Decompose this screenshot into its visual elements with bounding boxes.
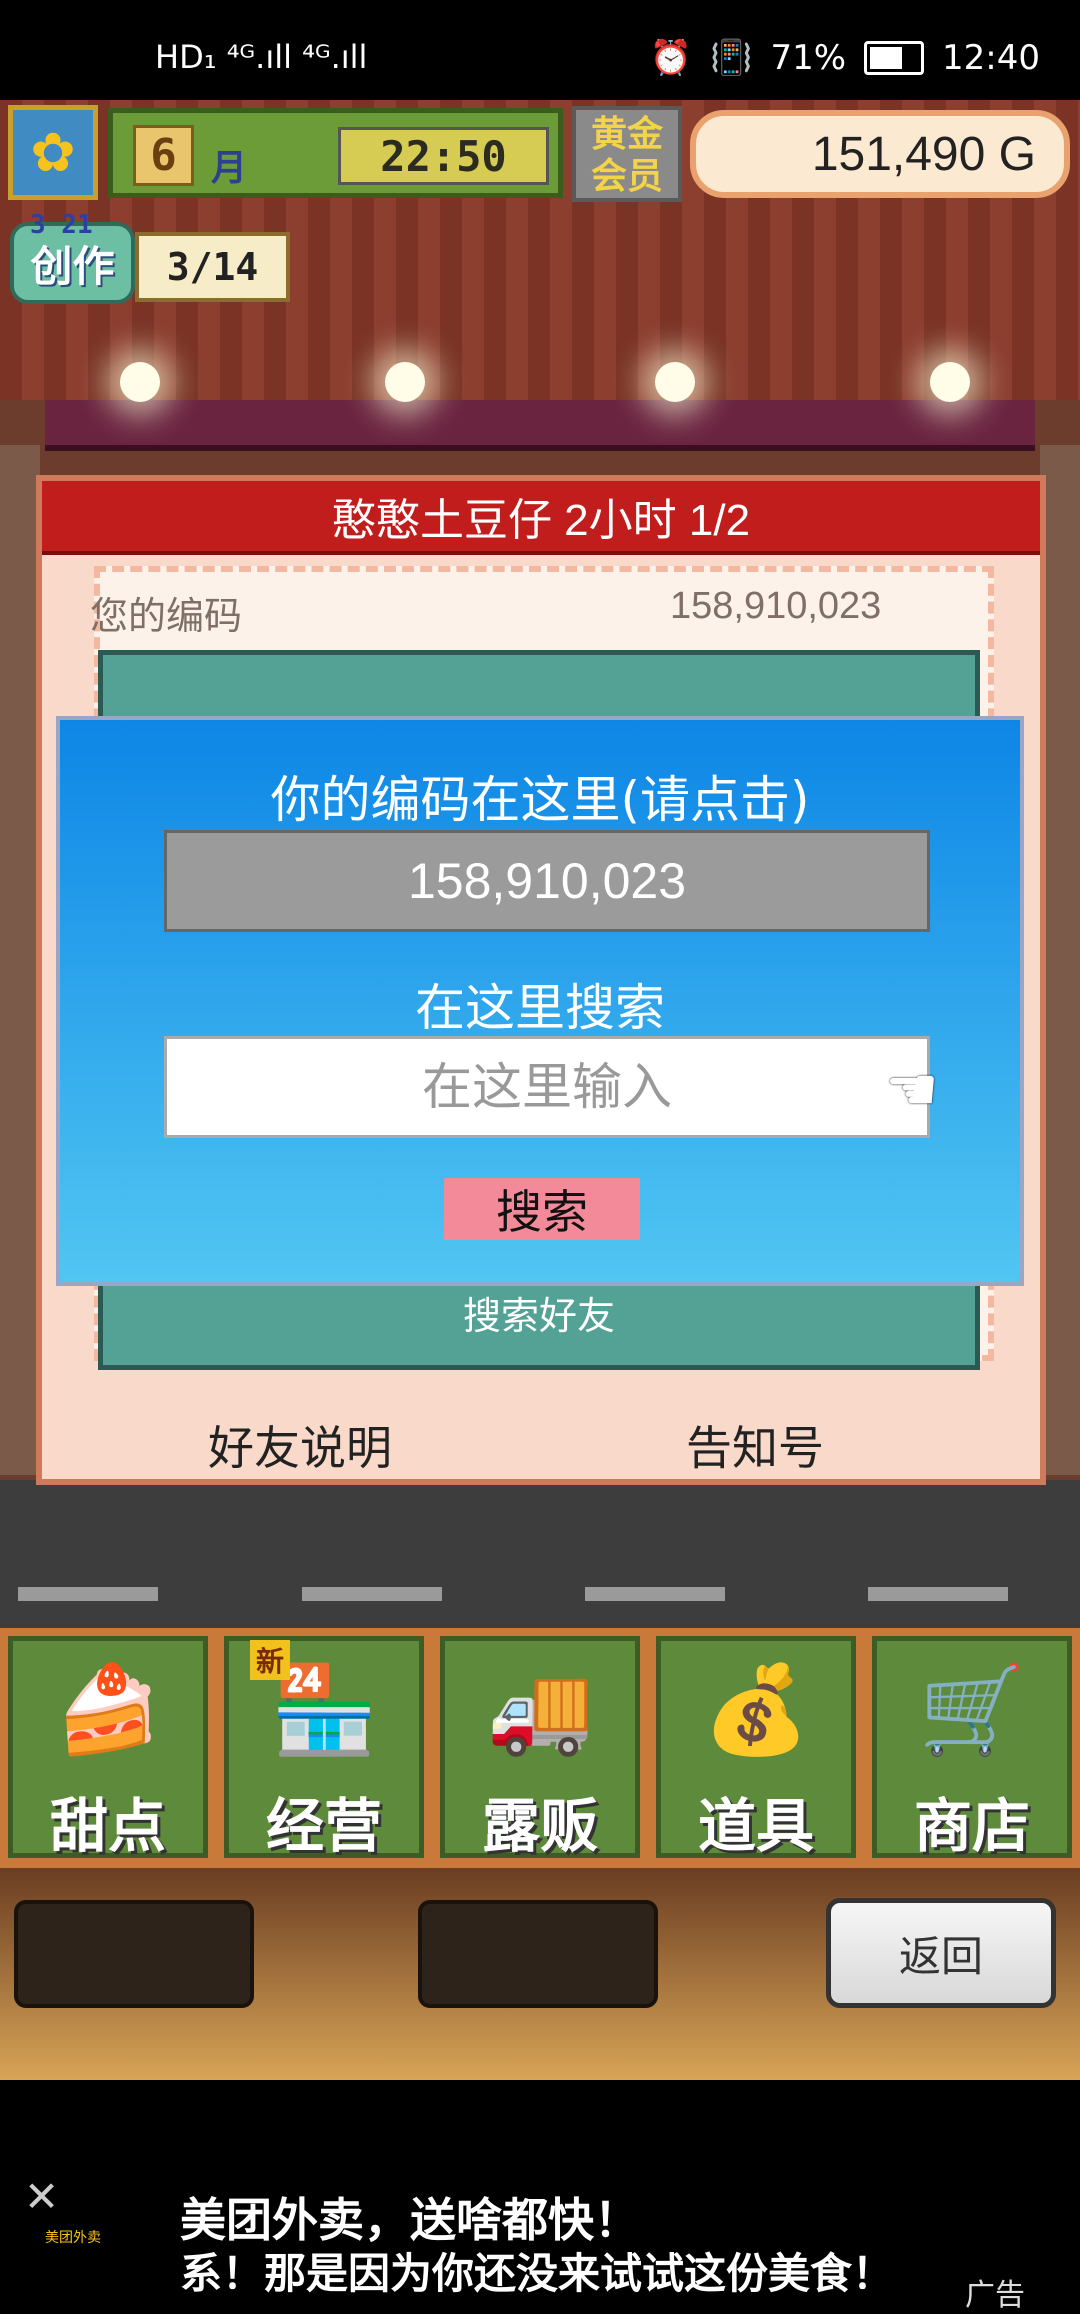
code-search-popup: 你的编码在这里(请点击) 158,910,023 在这里搜索 ☚ 搜索 — [56, 716, 1024, 1286]
dialog-title: 憨憨土豆仔 2小时 1/2 — [42, 481, 1040, 555]
new-badge: 新 — [250, 1640, 290, 1680]
search-input[interactable] — [164, 1036, 930, 1138]
wall-right — [1040, 445, 1080, 1475]
ad-label: 广告 — [965, 2278, 1025, 2313]
menu-label: 道具 — [697, 1792, 814, 1860]
road-line — [18, 1587, 158, 1601]
money-display: 151,490 G — [690, 110, 1070, 198]
battery-icon — [864, 41, 925, 75]
search-button[interactable]: 搜索 — [444, 1178, 640, 1240]
ad-brand-logo: 美团外卖 — [45, 2212, 135, 2262]
shopping-cart-icon: 🛒 — [918, 1660, 1026, 1760]
ad-subline[interactable]: 系！那是因为你还没来试试这份美食！ — [180, 2240, 894, 2301]
friend-help-button[interactable]: 好友说明 — [208, 1412, 392, 1478]
alarm-icon: ⏰ — [649, 38, 693, 78]
items-bag-icon: 💰 — [702, 1660, 810, 1760]
pointing-hand-icon: ☚ — [885, 1055, 939, 1125]
sunflower-icon[interactable]: ✿ — [8, 105, 98, 200]
menu-label: 露贩 — [481, 1792, 598, 1860]
create-date: 3 21 — [30, 210, 93, 240]
cake-icon: 🍰 — [54, 1660, 162, 1760]
clock: 12:40 — [942, 38, 1040, 78]
road-line — [868, 1587, 1008, 1601]
menu-street-stall[interactable]: 🚚 露贩 — [440, 1636, 640, 1860]
wall-left — [0, 445, 40, 1475]
share-code-button[interactable]: 告知号 — [686, 1412, 824, 1478]
network-indicators: HD₁ ⁴ᴳ.ıll ⁴ᴳ.ıll — [155, 38, 368, 76]
shop-awning — [45, 400, 1035, 451]
your-code-label: 您的编码 — [90, 594, 243, 638]
your-code-value: 158,910,023 — [670, 585, 882, 627]
search-friend-label[interactable]: 搜索好友 — [103, 1285, 975, 1340]
lamp-light — [385, 362, 425, 402]
create-progress: 3/14 — [135, 232, 290, 302]
menu-store[interactable]: 🛒 商店 — [872, 1636, 1072, 1860]
month-label: 月 — [211, 148, 248, 189]
lamp-light — [120, 362, 160, 402]
menu-dessert[interactable]: 🍰 甜点 — [8, 1636, 208, 1860]
road — [0, 1480, 1080, 1630]
month-number: 6 — [133, 125, 194, 186]
back-button[interactable]: 返回 — [826, 1898, 1056, 2008]
empty-slot — [418, 1900, 658, 2008]
ad-brand: 美团外卖 — [45, 2230, 101, 2246]
popup-title: 你的编码在这里(请点击) — [270, 771, 810, 829]
road-line — [302, 1587, 442, 1601]
battery-percent: 71% — [770, 38, 847, 78]
date-time-panel: 6 月 22:50 — [108, 108, 563, 198]
menu-items[interactable]: 💰 道具 — [656, 1636, 856, 1860]
lamp-light — [655, 362, 695, 402]
food-truck-icon: 🚚 — [486, 1660, 594, 1760]
search-label: 在这里搜索 — [415, 979, 665, 1037]
my-code-display[interactable]: 158,910,023 — [164, 830, 930, 932]
menu-label: 商店 — [913, 1792, 1030, 1860]
status-right: ⏰ 📳 71% 12:40 — [650, 38, 1040, 78]
vibrate-icon: 📳 — [710, 38, 753, 78]
lamp-light — [930, 362, 970, 402]
status-bar: HD₁ ⁴ᴳ.ıll ⁴ᴳ.ıll ⏰ 📳 71% 12:40 — [0, 0, 1080, 100]
gold-member-badge[interactable]: 黄金会员 — [572, 106, 682, 202]
game-clock: 22:50 — [338, 127, 549, 185]
empty-slot — [14, 1900, 254, 2008]
menu-label: 经营 — [265, 1792, 382, 1860]
road-line — [585, 1587, 725, 1601]
menu-label: 甜点 — [49, 1792, 166, 1860]
